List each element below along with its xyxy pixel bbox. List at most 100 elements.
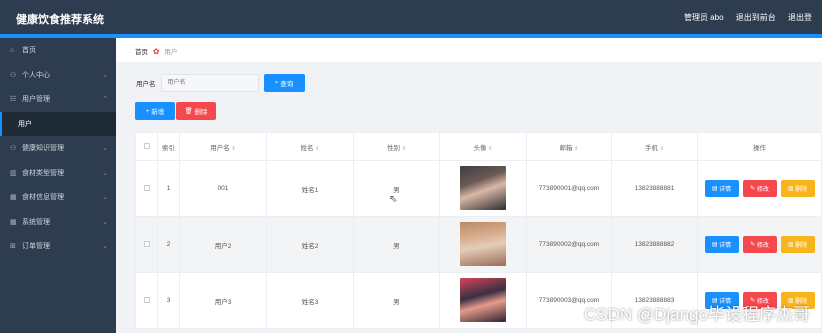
app-title: 健康饮食推荐系统: [16, 14, 104, 26]
sort-icon[interactable]: ⇕: [232, 146, 236, 152]
col-gender-label: 性别: [386, 144, 400, 152]
sidebar-item-users[interactable]: 用户: [0, 111, 116, 136]
cell-gender: 男: [353, 160, 440, 217]
col-username[interactable]: 用户名 ⇕: [179, 132, 267, 161]
row-checkbox[interactable]: [143, 296, 150, 303]
home-icon: ⌂: [10, 46, 15, 54]
cell-name: 姓名3: [266, 272, 354, 329]
row-select-cell[interactable]: [135, 216, 158, 273]
sort-icon[interactable]: ⇕: [488, 146, 492, 152]
cell-avatar: [439, 216, 527, 273]
breadcrumb-current: 用户: [164, 49, 178, 56]
user-icon: ⚇: [10, 71, 17, 79]
backend-link[interactable]: 退出到前台: [736, 13, 776, 22]
sidebar-item-label: 用户: [18, 120, 32, 128]
sidebar: ⌂ 首页 ⚇ 个人中心 ⌄ ☷ 用户管理 ⌃ 用户 ⚇ 健康知识管理 ⌄ ▥ 食…: [0, 38, 116, 333]
add-button-label: 新增: [151, 109, 165, 116]
sidebar-item-food-info[interactable]: ▦ 食材信息管理 ⌄: [0, 185, 116, 210]
delete-button[interactable]: ▥ 删除: [780, 236, 815, 253]
table-icon: ▦: [10, 194, 17, 202]
col-avatar[interactable]: 头像 ⇕: [439, 132, 527, 161]
col-email[interactable]: 邮箱 ⇕: [526, 132, 612, 161]
cell-avatar: [439, 160, 527, 217]
sidebar-item-label: 个人中心: [22, 71, 50, 79]
search-input[interactable]: [160, 74, 259, 92]
row-checkbox[interactable]: [143, 240, 150, 247]
sidebar-item-user-management[interactable]: ☷ 用户管理 ⌃: [0, 87, 116, 112]
sort-icon[interactable]: ⇕: [574, 146, 578, 152]
detail-icon: ▤: [711, 242, 720, 248]
sidebar-item-label: 用户管理: [22, 96, 50, 104]
logout-link[interactable]: 退出登: [788, 13, 812, 22]
detail-button[interactable]: ▤ 详情: [704, 180, 739, 197]
cell-username: 用户2: [179, 216, 267, 273]
col-name[interactable]: 姓名 ⇕: [266, 132, 354, 161]
breadcrumb-home[interactable]: 首页: [135, 49, 148, 56]
sort-icon[interactable]: ⇕: [660, 146, 664, 152]
sort-icon[interactable]: ⇕: [402, 146, 406, 152]
delete-button[interactable]: ▥ 删除: [780, 180, 815, 197]
delete-button-label: 删除: [795, 187, 808, 193]
select-all-checkbox[interactable]: [143, 142, 150, 149]
col-name-label: 姓名: [300, 144, 314, 152]
cell-phone: 13823888882: [611, 216, 698, 273]
col-phone[interactable]: 手机 ⇕: [611, 132, 698, 161]
detail-button-label: 详情: [719, 187, 732, 193]
edit-button-label: 修改: [756, 243, 769, 249]
sidebar-item-label: 食材类型管理: [22, 169, 64, 177]
select-all-cell[interactable]: [135, 132, 158, 161]
sidebar-item-profile[interactable]: ⚇ 个人中心 ⌄: [0, 63, 116, 88]
sidebar-item-system[interactable]: ▦ 系统管理 ⌄: [0, 210, 116, 235]
sidebar-item-orders[interactable]: ⊞ 订单管理 ⌄: [0, 234, 116, 259]
cell-index: 3: [157, 272, 180, 329]
detail-button[interactable]: ▤ 详情: [704, 236, 739, 253]
col-email-label: 邮箱: [559, 144, 573, 152]
sidebar-item-home[interactable]: ⌂ 首页: [0, 38, 116, 63]
table-row: 1 001 姓名1 男 773890001@qq.com 13823888881…: [135, 160, 822, 217]
cell-name: 姓名2: [266, 216, 354, 273]
cell-gender: 男: [353, 272, 440, 329]
cell-email: 773890002@qq.com: [526, 216, 612, 273]
search-button[interactable]: ⌕ 查询: [263, 74, 305, 92]
sidebar-item-food-type[interactable]: ▥ 食材类型管理 ⌄: [0, 161, 116, 186]
row-select-cell[interactable]: [135, 160, 158, 217]
cell-index: 2: [157, 216, 180, 273]
row-select-cell[interactable]: [135, 272, 158, 329]
avatar: [460, 221, 506, 266]
edit-icon: ✎: [750, 242, 757, 248]
chevron-down-icon: ⌄: [102, 169, 108, 177]
add-button[interactable]: + 新增: [135, 102, 175, 120]
edit-button[interactable]: ✎ 修改: [742, 180, 777, 197]
trash-icon: ▥: [787, 242, 796, 248]
search-button-label: 查询: [280, 81, 294, 88]
sidebar-item-health-knowledge[interactable]: ⚇ 健康知识管理 ⌄: [0, 136, 116, 161]
chevron-up-icon: ⌃: [102, 96, 108, 104]
cell-gender: 男: [353, 216, 440, 273]
col-gender[interactable]: 性别 ⇕: [353, 132, 440, 161]
cell-ops: ▤ 详情 ✎ 修改 ▥ 删除: [697, 216, 822, 273]
col-username-label: 用户名: [210, 144, 230, 152]
col-ops: 操作: [697, 132, 822, 161]
batch-delete-button[interactable]: 🗑 删除: [176, 102, 216, 120]
cell-username: 用户3: [179, 272, 267, 329]
cell-ops: ▤ 详情 ✎ 修改 ▥ 删除: [697, 160, 822, 217]
sidebar-item-label: 首页: [22, 47, 36, 55]
cell-phone: 13823888881: [611, 160, 698, 217]
chevron-down-icon: ⌄: [102, 194, 108, 202]
avatar: [460, 165, 506, 210]
edit-button[interactable]: ✎ 修改: [742, 236, 777, 253]
list-icon: ☷: [10, 96, 17, 104]
col-avatar-label: 头像: [473, 144, 487, 152]
table-icon: ▦: [10, 218, 17, 226]
edit-icon: ✎: [750, 186, 757, 192]
grid-icon: ⊞: [10, 243, 16, 251]
search-label: 用户名: [136, 81, 156, 88]
sort-icon[interactable]: ⇕: [315, 146, 319, 152]
sidebar-item-label: 订单管理: [22, 243, 50, 251]
row-checkbox[interactable]: [143, 184, 150, 191]
sidebar-item-label: 健康知识管理: [22, 145, 64, 153]
user-icon: ⚇: [10, 145, 17, 153]
avatar: [460, 277, 506, 322]
chevron-down-icon: ⌄: [102, 71, 108, 79]
col-index: 索引: [157, 132, 180, 161]
